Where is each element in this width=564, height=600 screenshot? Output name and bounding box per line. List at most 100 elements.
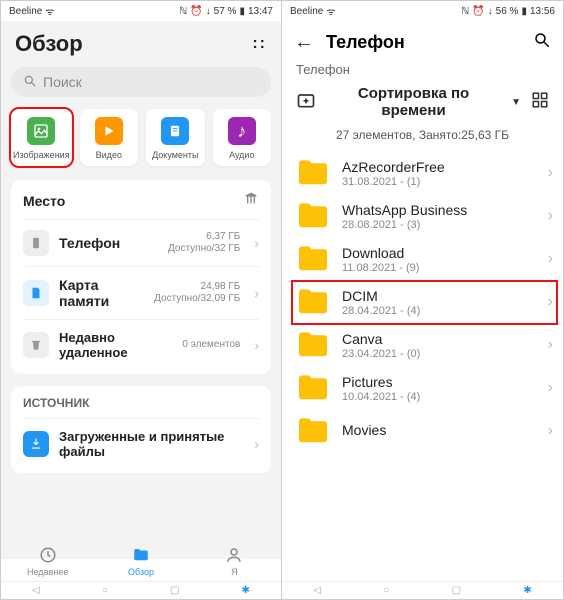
- back-button[interactable]: ←: [294, 31, 314, 54]
- chevron-right-icon: ›: [548, 293, 553, 311]
- source-heading: ИСТОЧНИК: [23, 396, 89, 410]
- nav-home-icon[interactable]: ○: [383, 585, 389, 596]
- folder-icon: [132, 546, 150, 566]
- place-sub: 6,37 ГБ Доступно/32 ГБ: [150, 231, 240, 255]
- chevron-right-icon: ›: [548, 250, 553, 268]
- document-icon: [161, 117, 189, 145]
- category-images[interactable]: Изображения: [11, 109, 72, 166]
- folder-item[interactable]: AzRecorderFree31.08.2021 - (1) ›: [292, 152, 557, 195]
- sdcard-icon: [23, 280, 49, 306]
- system-nav: ◁ ○ ▢ ✱: [282, 581, 563, 599]
- storage-summary: 27 элементов, Занято:25,63 ГБ: [282, 128, 563, 152]
- wifi-icon: ᯤ: [326, 4, 335, 18]
- nfc-icon: ℕ: [179, 6, 187, 17]
- folder-item[interactable]: WhatsApp Business28.08.2021 - (3) ›: [292, 195, 557, 238]
- folder-screen: Beeline ᯤ ℕ ⏰ ↓ 56 % ▮ 13:56 ← Телефон Т…: [282, 1, 563, 599]
- search-placeholder: Поиск: [43, 74, 82, 90]
- chevron-right-icon: ›: [254, 285, 259, 301]
- source-card: ИСТОЧНИК Загруженные и принятые файлы ›: [11, 386, 271, 473]
- nav-home-icon[interactable]: ○: [102, 585, 108, 596]
- place-name: Недавно удаленное: [59, 330, 172, 360]
- tab-label: Я: [231, 567, 238, 577]
- category-row: Изображения Видео Документы ♪ Аудио: [11, 109, 271, 166]
- place-sub: 24,98 ГБ Доступно/32,09 ГБ: [150, 281, 240, 305]
- tab-recent[interactable]: Недавнее: [1, 541, 94, 581]
- source-downloads[interactable]: Загруженные и принятые файлы ›: [23, 418, 259, 469]
- folder-icon: [296, 374, 330, 402]
- source-name: Загруженные и принятые файлы: [59, 429, 240, 459]
- search-icon: [23, 74, 37, 91]
- nav-recents-icon[interactable]: ▢: [452, 585, 461, 596]
- folder-icon: [296, 331, 330, 359]
- tab-label: Обзор: [128, 567, 154, 577]
- folder-item[interactable]: Download11.08.2021 - (9) ›: [292, 238, 557, 281]
- view-toggle-icon[interactable]: [531, 91, 549, 114]
- folder-icon: [296, 245, 330, 273]
- alarm-icon: ⏰: [472, 6, 484, 17]
- nav-accessibility-icon[interactable]: ✱: [523, 585, 531, 596]
- folder-item[interactable]: Movies ›: [292, 410, 557, 452]
- page-title: Телефон: [326, 32, 521, 53]
- chevron-right-icon: ›: [548, 207, 553, 225]
- tab-label: Недавнее: [27, 567, 68, 577]
- place-sdcard[interactable]: Карта памяти 24,98 ГБ Доступно/32,09 ГБ …: [23, 266, 259, 319]
- bottom-tabs: Недавнее Обзор Я: [1, 541, 281, 581]
- alarm-icon: ⏰: [190, 6, 202, 17]
- chevron-right-icon: ›: [254, 337, 259, 353]
- wifi-icon: ᯤ: [45, 4, 54, 18]
- video-icon: [95, 117, 123, 145]
- battery-icon: ▮: [239, 6, 245, 17]
- tab-overview[interactable]: Обзор: [94, 541, 187, 581]
- category-label: Изображения: [13, 150, 70, 160]
- clock-label: 13:56: [530, 6, 555, 17]
- chevron-right-icon: ›: [548, 422, 553, 440]
- places-card: Место Телефон 6,37 ГБ Доступно/32 ГБ › К…: [11, 180, 271, 374]
- category-documents[interactable]: Документы: [146, 109, 204, 166]
- chevron-right-icon: ›: [548, 379, 553, 397]
- folder-icon: [296, 202, 330, 230]
- nav-back-icon[interactable]: ◁: [32, 585, 40, 596]
- folder-item-dcim[interactable]: DCIM28.04.2021 - (4) ›: [292, 281, 557, 324]
- places-heading: Место: [23, 193, 65, 209]
- place-recently-deleted[interactable]: Недавно удаленное 0 элементов ›: [23, 319, 259, 370]
- breadcrumb[interactable]: Телефон: [282, 60, 563, 85]
- category-video[interactable]: Видео: [80, 109, 138, 166]
- overview-screen: Beeline ᯤ ℕ ⏰ ↓ 57 % ▮ 13:47 Обзор :: По…: [1, 1, 282, 599]
- chevron-right-icon: ›: [548, 164, 553, 182]
- nav-back-icon[interactable]: ◁: [313, 585, 321, 596]
- audio-icon: ♪: [228, 117, 256, 145]
- folder-icon: [296, 417, 330, 445]
- chevron-right-icon: ›: [548, 336, 553, 354]
- category-audio[interactable]: ♪ Аудио: [213, 109, 271, 166]
- folder-icon: [296, 159, 330, 187]
- image-icon: [27, 117, 55, 145]
- nav-accessibility-icon[interactable]: ✱: [242, 585, 250, 596]
- place-name: Карта памяти: [59, 277, 140, 309]
- trash-icon: [23, 332, 49, 358]
- download-icon: [23, 431, 49, 457]
- system-nav: ◁ ○ ▢ ✱: [1, 581, 281, 599]
- battery-icon: ▮: [521, 6, 527, 17]
- person-icon: [225, 546, 243, 566]
- nfc-icon: ℕ: [461, 6, 469, 17]
- tab-me[interactable]: Я: [188, 541, 281, 581]
- category-label: Аудио: [229, 150, 254, 160]
- place-phone[interactable]: Телефон 6,37 ГБ Доступно/32 ГБ ›: [23, 219, 259, 266]
- folder-icon: [296, 288, 330, 316]
- battery-label: 57 %: [214, 6, 237, 17]
- page-title: Обзор: [15, 31, 83, 57]
- battery-label: 56 %: [496, 6, 519, 17]
- new-folder-icon[interactable]: [296, 90, 316, 115]
- search-input[interactable]: Поиск: [11, 67, 271, 97]
- dropdown-icon[interactable]: ▼: [511, 97, 521, 108]
- place-sub: 0 элементов: [182, 339, 240, 351]
- sort-button[interactable]: Сортировка по времени: [326, 85, 501, 120]
- nav-recents-icon[interactable]: ▢: [170, 585, 179, 596]
- place-name: Телефон: [59, 235, 140, 251]
- search-icon[interactable]: [533, 31, 551, 54]
- cleanup-icon[interactable]: [243, 190, 259, 211]
- folder-item[interactable]: Canva23.04.2021 - (0) ›: [292, 324, 557, 367]
- folder-item[interactable]: Pictures10.04.2021 - (4) ›: [292, 367, 557, 410]
- more-menu-icon[interactable]: ::: [252, 35, 267, 53]
- chevron-right-icon: ›: [254, 235, 259, 251]
